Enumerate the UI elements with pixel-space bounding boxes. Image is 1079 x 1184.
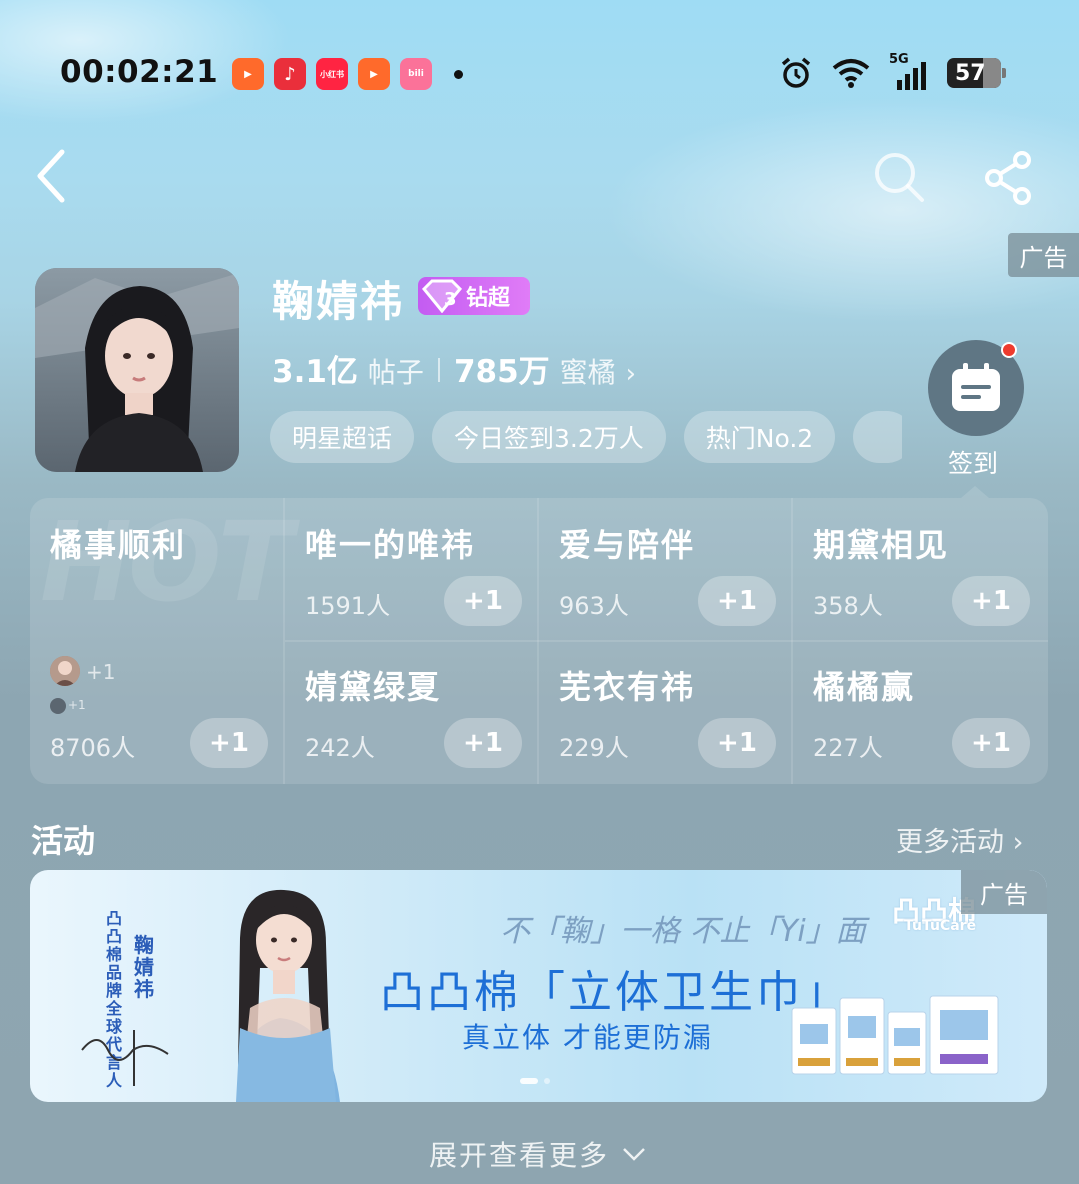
- wifi-icon: [832, 59, 870, 88]
- chevron-right-icon[interactable]: ›: [626, 359, 636, 389]
- kuaishou-app-icon-2: ▶: [358, 58, 390, 90]
- group-grid-panel: HOT 橘事顺利 +1 +1 8706人 +1 唯一的唯祎 1591人 +1 爱…: [30, 498, 1048, 784]
- system-icons: 5G 57: [779, 52, 1006, 90]
- music-app-icon: ♪: [274, 58, 306, 90]
- badge-label: 钻超: [466, 286, 511, 311]
- activity-banner[interactable]: 凸凸棉品牌全球代言人 鞠婧祎 不「鞠」一格 不止「Yi」面 凸凸棉「立体卫生巾」…: [30, 870, 1047, 1102]
- spokesperson-image: [236, 889, 340, 1102]
- group-title: 橘事顺利: [50, 526, 187, 564]
- grid-divider: [285, 640, 1048, 642]
- group-title: 婧黛绿夏: [305, 668, 442, 706]
- calendar-icon: [952, 363, 1000, 411]
- avatar[interactable]: [35, 268, 239, 472]
- signal-icon: 5G: [889, 52, 929, 90]
- group-count: 242人: [305, 734, 375, 762]
- avatar-image: [35, 268, 239, 472]
- group-title: 爱与陪伴: [559, 526, 696, 564]
- more-activities-link[interactable]: 更多活动 ›: [896, 820, 1023, 859]
- carousel-dot-active: [520, 1078, 538, 1084]
- plus-one-button[interactable]: +1: [698, 576, 776, 626]
- group-title: 橘橘赢: [813, 668, 916, 706]
- banner-headline: 凸凸棉「立体卫生巾」: [380, 967, 850, 1018]
- back-icon[interactable]: [30, 146, 80, 206]
- brand-logo-sub: TuTuCare: [904, 918, 977, 934]
- checkin-notification-dot: [1001, 342, 1017, 358]
- chip-more[interactable]: [853, 411, 902, 463]
- status-time: 00:02:21: [60, 54, 219, 90]
- group-title: 期黛相见: [813, 526, 950, 564]
- battery-icon: 57: [947, 58, 1006, 88]
- diamond-icon: 3: [421, 279, 463, 313]
- group-count: 963人: [559, 592, 629, 620]
- fans-label[interactable]: 蜜橘: [560, 351, 616, 391]
- banner-name-vertical: 鞠婧祎: [134, 933, 154, 1001]
- carousel-indicator: [520, 1078, 550, 1084]
- member-plus-small: +1: [68, 698, 86, 712]
- carousel-dot: [544, 1078, 550, 1084]
- plus-one-button[interactable]: +1: [698, 718, 776, 768]
- group-count: 1591人: [305, 592, 391, 620]
- member-plus: +1: [86, 660, 116, 684]
- group-count: 229人: [559, 734, 629, 762]
- svg-text:3: 3: [444, 289, 457, 310]
- more-notifications-dot: [454, 69, 463, 79]
- section-title-activity: 活动: [31, 822, 96, 860]
- plus-one-button[interactable]: +1: [444, 576, 522, 626]
- plus-one-button[interactable]: +1: [952, 576, 1030, 626]
- banner-slogan: 不「鞠」一格 不止「Yi」面: [500, 914, 866, 949]
- posts-count: 3.1亿: [272, 354, 358, 390]
- xiaohongshu-app-icon: 小红书: [316, 58, 348, 90]
- member-avatar: [50, 656, 80, 686]
- tag-chips: 明星超话 今日签到3.2万人 热门No.2: [270, 411, 902, 463]
- product-packages-image: [791, 995, 999, 1075]
- member-avatar-small: [50, 698, 66, 714]
- notification-app-icons: ▶ ♪ 小红书 ▶ bili: [232, 58, 463, 90]
- chevron-right-icon: ›: [1004, 827, 1024, 858]
- kuaishou-app-icon: ▶: [232, 58, 264, 90]
- profile-stats: 3.1亿 帖子 785万 蜜橘 ›: [272, 346, 636, 391]
- banner-subline: 真立体 才能更防漏: [462, 1021, 713, 1054]
- share-icon[interactable]: [982, 150, 1038, 206]
- status-bar: 00:02:21 ▶ ♪ 小红书 ▶ bili 5G 57: [0, 48, 1079, 100]
- chip-hot-rank[interactable]: 热门No.2: [683, 411, 836, 463]
- chip-checkin-today[interactable]: 今日签到3.2万人: [432, 411, 666, 463]
- plus-one-button[interactable]: +1: [190, 718, 268, 768]
- level-badge[interactable]: 3 钻超: [418, 277, 530, 315]
- posts-label: 帖子: [367, 356, 424, 389]
- banner-ad-tag[interactable]: 广告: [961, 870, 1047, 914]
- group-count: 8706人: [50, 734, 136, 762]
- checkin-label[interactable]: 签到: [948, 444, 998, 480]
- profile-name: 鞠婧祎: [272, 277, 405, 326]
- expand-more-button[interactable]: 展开查看更多: [429, 1134, 647, 1174]
- stat-divider: [437, 358, 440, 382]
- panel-caret: [961, 486, 989, 498]
- group-title: 唯一的唯祎: [305, 526, 476, 564]
- search-icon[interactable]: [870, 148, 930, 208]
- plus-one-button[interactable]: +1: [444, 718, 522, 768]
- group-title: 芜衣有祎: [559, 668, 696, 706]
- ad-tag[interactable]: 广告: [1008, 233, 1079, 277]
- signature-image: [81, 1030, 169, 1086]
- alarm-icon: [781, 57, 811, 88]
- fans-count[interactable]: 785万: [454, 346, 550, 391]
- bilibili-app-icon: bili: [400, 58, 432, 90]
- chevron-down-icon: [623, 1148, 645, 1161]
- plus-one-button[interactable]: +1: [952, 718, 1030, 768]
- group-count: 358人: [813, 592, 883, 620]
- chip-star-topic[interactable]: 明星超话: [270, 411, 415, 463]
- group-count: 227人: [813, 734, 883, 762]
